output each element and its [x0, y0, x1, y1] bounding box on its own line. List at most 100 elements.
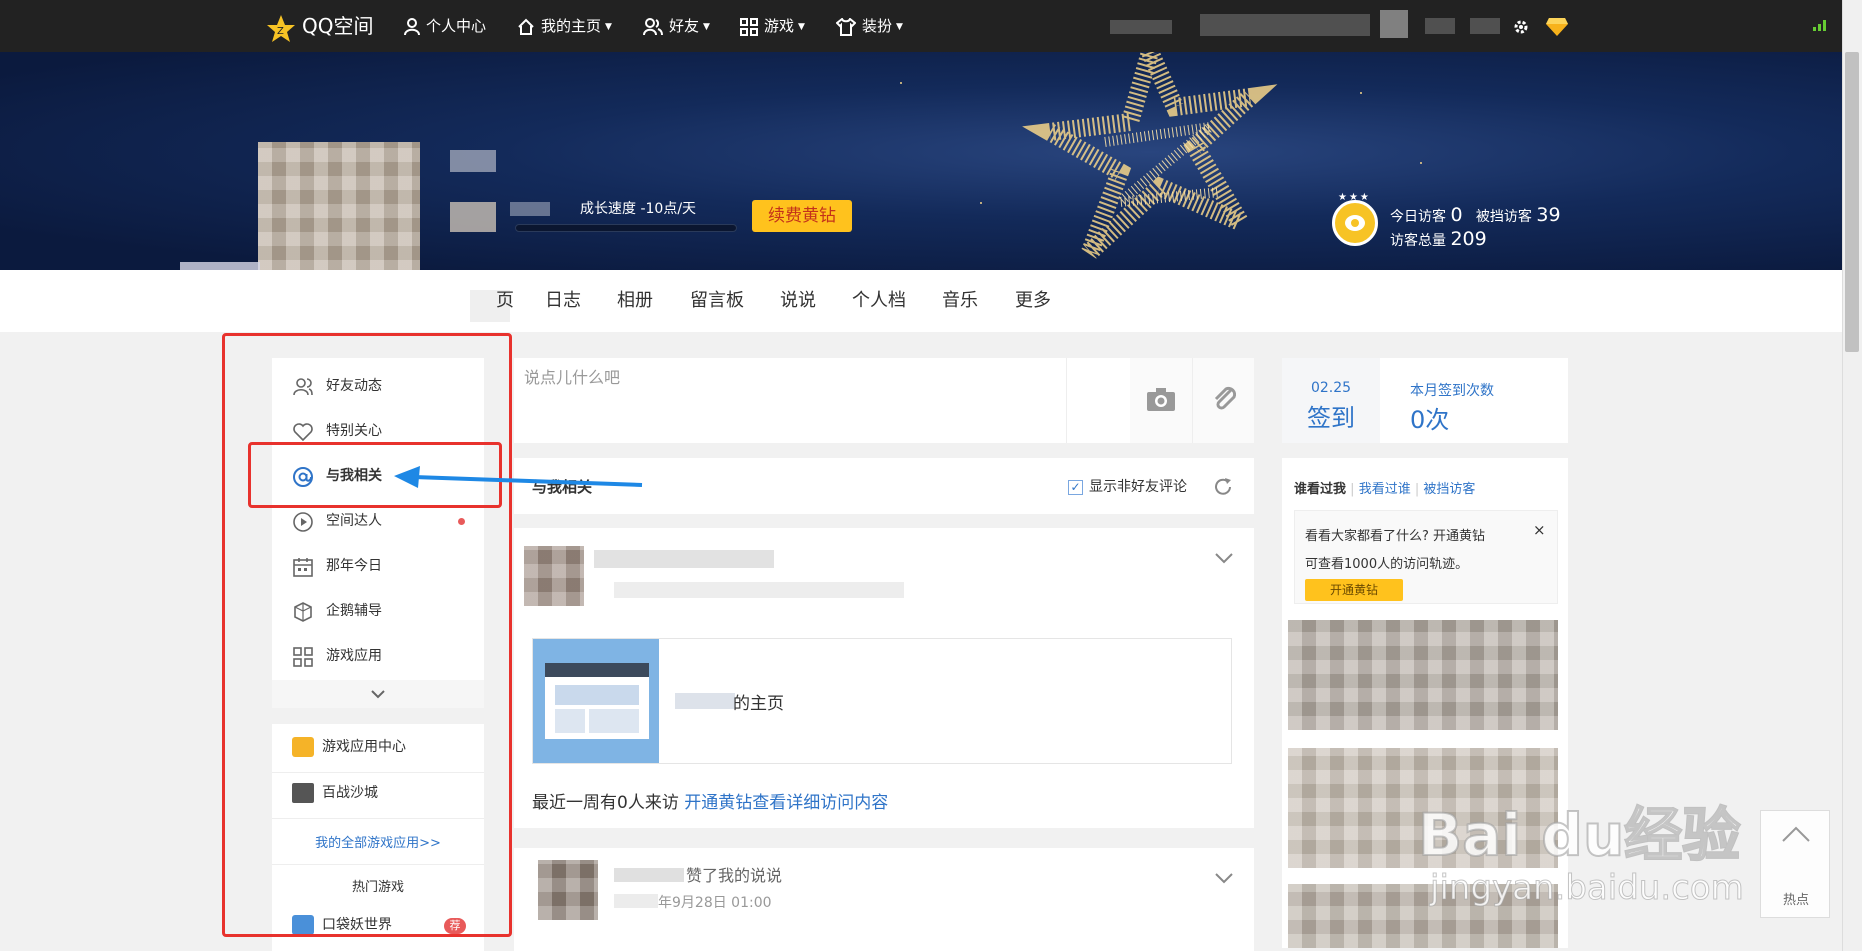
tab-shuoshuo[interactable]: 说说 [780, 270, 816, 332]
nav-my-homepage[interactable]: 我的主页 ▼ [517, 0, 612, 52]
post-composer: 说点儿什么吧 [514, 358, 1254, 443]
like-notice: 赞了我的说说 [686, 866, 783, 885]
qzone-logo[interactable]: Z QQ空间 [266, 0, 373, 52]
today-visitors: 今日访客 0 被挡访客 39 [1390, 204, 1561, 226]
nav-personal-center[interactable]: 个人中心 [404, 0, 486, 52]
tab-music[interactable]: 音乐 [942, 270, 978, 332]
tab-blocked-visitors[interactable]: 被挡访客 [1423, 482, 1475, 497]
settings-button[interactable] [1512, 0, 1536, 52]
hot-topics-button[interactable]: 热点 [1760, 810, 1830, 918]
tab-home[interactable]: 页 [496, 270, 514, 332]
avatar[interactable] [538, 860, 598, 920]
camera-icon [1147, 388, 1175, 411]
status-input[interactable]: 说点儿什么吧 [524, 364, 620, 388]
visitor-avatars[interactable] [1288, 620, 1558, 730]
blurred-name [675, 693, 735, 709]
tab-more[interactable]: 更多 [1015, 270, 1051, 332]
scrollbar-thumb[interactable] [1845, 52, 1859, 352]
hot-label: 热点 [1782, 893, 1809, 908]
chevron-down-icon: ▼ [605, 21, 612, 32]
blurred-name [450, 150, 496, 172]
visit-summary: 最近一周有0人来访 开通黄钻查看详细访问内容 [532, 793, 889, 813]
visitor-tabs: 谁看过我 | 我看过谁 | 被挡访客 [1294, 482, 1476, 497]
monthly-signin-count: 0次 [1410, 406, 1450, 434]
blurred-info [1470, 18, 1500, 34]
chevron-down-icon: ▼ [703, 21, 710, 32]
baidu-watermark: Bai du经验 [1417, 800, 1741, 870]
blurred-date [614, 894, 658, 908]
total-visitors: 访客总量 209 [1390, 228, 1487, 250]
checkbox[interactable]: ✓ [1068, 479, 1083, 495]
monthly-signin-label: 本月签到次数 [1410, 383, 1494, 399]
diamond-icon [1546, 17, 1568, 36]
blurred-username [614, 868, 684, 882]
baidu-watermark-url: jingyan.baidu.com [1430, 868, 1745, 909]
blurred-text [614, 582, 904, 598]
close-icon[interactable]: × [1533, 521, 1546, 539]
link-title: 的主页 [733, 694, 784, 714]
logo-text: QQ空间 [302, 14, 374, 38]
nav-label: 个人中心 [426, 17, 487, 35]
blurred-level [510, 202, 550, 216]
nav-label: 好友 [669, 17, 700, 35]
top-bar: Z QQ空间 个人中心 我的主页 ▼ 好友 ▼ 游戏 ▼ 装扮 ▼ [0, 0, 1842, 52]
blurred-info [1425, 18, 1455, 34]
chevron-down-icon: ▼ [798, 21, 805, 32]
feed-card: 的主页 最近一周有0人来访 开通黄钻查看详细访问内容 [514, 528, 1254, 828]
tab-blog[interactable]: 日志 [545, 270, 581, 332]
tab-who-viewed-me[interactable]: 谁看过我 [1294, 482, 1346, 497]
blurred-username [1110, 20, 1172, 34]
renew-yellow-diamond-button[interactable]: 续费黄钻 [752, 200, 852, 232]
photo-button[interactable] [1130, 358, 1192, 443]
sign-in-label: 签到 [1307, 404, 1355, 432]
annotation-arrow [394, 466, 643, 488]
profile-nav [0, 270, 1842, 332]
nav-decorate[interactable]: 装扮 ▼ [835, 0, 903, 52]
tab-message-board[interactable]: 留言板 [690, 270, 744, 332]
avatar[interactable] [524, 546, 584, 606]
blurred-level [450, 202, 496, 232]
open-yellow-diamond-button[interactable]: 开通黄钻 [1305, 579, 1403, 601]
sign-in-panel: 02.25 签到 本月签到次数 0次 [1282, 358, 1568, 443]
star-logo-icon: Z [267, 14, 295, 42]
sign-in-date: 02.25 [1310, 380, 1352, 396]
shirt-icon [835, 16, 857, 36]
tab-profile[interactable]: 个人档 [852, 270, 906, 332]
visitor-badge-icon [1332, 200, 1378, 246]
tab-who-i-viewed[interactable]: 我看过谁 [1359, 482, 1411, 497]
nav-games[interactable]: 游戏 ▼ [740, 0, 805, 52]
paperclip-icon [1214, 386, 1237, 410]
tab-album[interactable]: 相册 [617, 270, 653, 332]
growth-progress-bar [515, 224, 737, 232]
shared-link-card[interactable]: 的主页 [532, 638, 1232, 764]
annotation-box-sidebar [222, 333, 512, 937]
user-icon [404, 17, 420, 35]
show-nonfriend-comments-toggle[interactable]: ✓ 显示非好友评论 [1068, 476, 1187, 496]
chevron-up-icon [1782, 826, 1810, 842]
stars-icon: ★★★ [1338, 192, 1371, 203]
nav-label: 装扮 [862, 17, 893, 35]
notice-text: 看看大家都看了什么? 开通黄钻 [1305, 529, 1486, 544]
nav-friends[interactable]: 好友 ▼ [643, 0, 710, 52]
feed-card: 赞了我的说说 年9月28日 01:00 [514, 848, 1254, 951]
chevron-down-icon[interactable] [1214, 552, 1234, 564]
chevron-down-icon[interactable] [1214, 872, 1234, 884]
open-yellow-diamond-link[interactable]: 开通黄钻查看详细访问内容 [684, 793, 888, 813]
home-icon [518, 18, 534, 35]
timestamp: 年9月28日 01:00 [658, 895, 772, 911]
attach-button[interactable] [1192, 358, 1254, 443]
growth-speed: 成长速度 -10点/天 [580, 201, 697, 217]
chevron-down-icon: ▼ [896, 21, 903, 32]
upgrade-notice: 看看大家都看了什么? 开通黄钻 可查看1000人的访问轨迹。 × 开通黄钻 [1294, 510, 1558, 604]
qzone-star-art [1022, 52, 1278, 259]
homepage-thumbnail [533, 639, 659, 763]
yellow-diamond-button[interactable] [1545, 0, 1575, 52]
avatar[interactable] [1380, 10, 1408, 38]
refresh-icon[interactable] [1212, 476, 1234, 498]
signal-icon [1812, 18, 1828, 36]
blurred-username [594, 550, 774, 568]
sign-in-button[interactable]: 02.25 签到 [1282, 358, 1380, 443]
blurred-info [1200, 14, 1370, 36]
nav-label: 游戏 [764, 17, 795, 35]
svg-text:Z: Z [277, 26, 284, 37]
